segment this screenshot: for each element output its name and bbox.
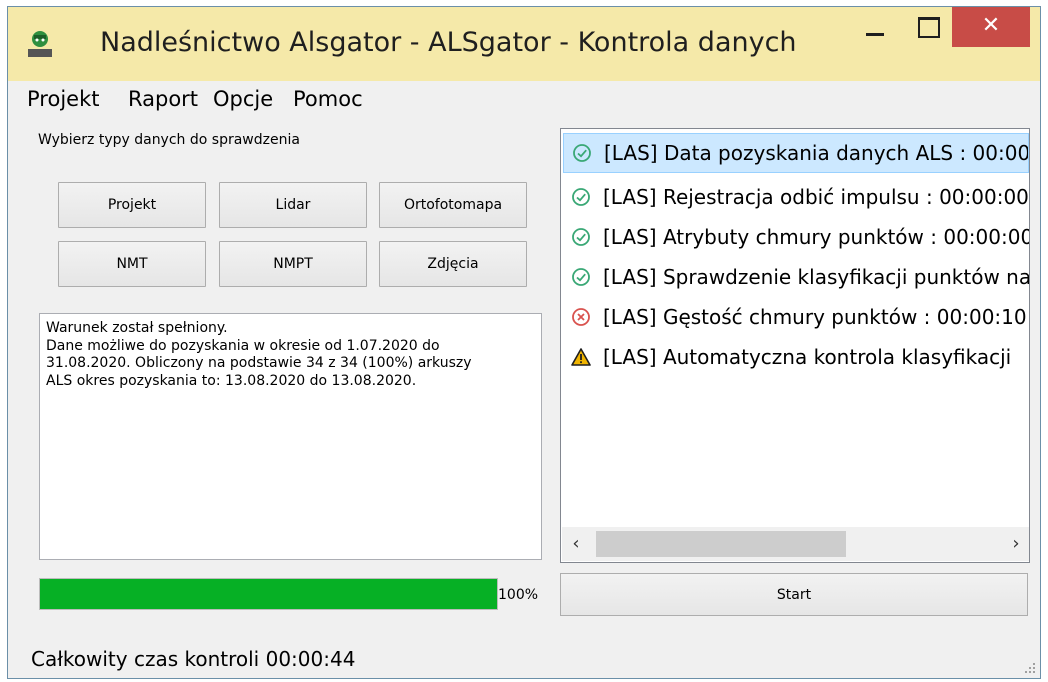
result-item[interactable]: [LAS] Sprawdzenie klasyfikacji punktów n… bbox=[563, 257, 1029, 297]
menu-item-opcje[interactable]: Opcje bbox=[213, 87, 273, 111]
result-text: [LAS] Sprawdzenie klasyfikacji punktów n… bbox=[603, 265, 1029, 289]
projekt-button[interactable]: Projekt bbox=[58, 182, 206, 228]
main-window: Nadleśnictwo Alsgator - ALSgator - Kontr… bbox=[7, 6, 1041, 679]
menu-item-projekt[interactable]: Projekt bbox=[27, 87, 99, 111]
app-icon bbox=[28, 31, 52, 57]
result-text: [LAS] Gęstość chmury punktów : 00:00:10 bbox=[603, 305, 1027, 329]
lidar-button[interactable]: Lidar bbox=[219, 182, 367, 228]
menu-item-pomoc[interactable]: Pomoc bbox=[293, 87, 363, 111]
results-list[interactable]: [LAS] Data pozyskania danych ALS : 00:00… bbox=[560, 128, 1030, 563]
maximize-button[interactable] bbox=[904, 7, 950, 49]
ortofotomapa-button[interactable]: Ortofotomapa bbox=[379, 182, 527, 228]
horizontal-scrollbar[interactable]: ‹ › bbox=[562, 527, 1029, 561]
warning-triangle-icon bbox=[571, 348, 591, 366]
result-text: [LAS] Data pozyskania danych ALS : 00:00… bbox=[604, 141, 1029, 165]
message-line: Warunek został spełniony. bbox=[46, 320, 228, 336]
result-item[interactable]: [LAS] Atrybuty chmury punktów : 00:00:00 bbox=[563, 217, 1029, 257]
check-circle-icon bbox=[572, 228, 590, 246]
progress-percent: 100% bbox=[498, 587, 539, 603]
message-line: ALS okres pozyskania to: 13.08.2020 do 1… bbox=[46, 372, 417, 389]
result-text: [LAS] Automatyczna kontrola klasyfikacji bbox=[603, 345, 1012, 369]
menu-item-raport[interactable]: Raport bbox=[128, 87, 198, 111]
minimize-button[interactable] bbox=[846, 7, 904, 49]
message-line: Dane możliwe do pozyskania w okresie od … bbox=[46, 337, 440, 354]
scroll-left-icon[interactable]: ‹ bbox=[564, 531, 588, 557]
scroll-thumb[interactable] bbox=[596, 531, 846, 557]
error-circle-icon bbox=[572, 308, 590, 326]
menu-bar: Projekt Raport Opcje Pomoc bbox=[8, 81, 1040, 119]
result-item[interactable]: [LAS] Rejestracja odbić impulsu : 00:00:… bbox=[563, 177, 1029, 217]
data-types-label: Wybierz typy danych do sprawdzenia bbox=[38, 132, 300, 148]
window-title: Nadleśnictwo Alsgator - ALSgator - Kontr… bbox=[100, 27, 797, 58]
check-circle-icon bbox=[573, 144, 591, 162]
status-text: Całkowity czas kontroli 00:00:44 bbox=[31, 647, 356, 671]
result-text: [LAS] Rejestracja odbić impulsu : 00:00:… bbox=[603, 185, 1029, 209]
nmpt-button[interactable]: NMPT bbox=[219, 241, 367, 287]
check-circle-icon bbox=[572, 268, 590, 286]
check-circle-icon bbox=[572, 188, 590, 206]
progress-bar bbox=[39, 578, 498, 610]
result-item[interactable]: [LAS] Gęstość chmury punktów : 00:00:10 bbox=[563, 297, 1029, 337]
result-text: [LAS] Atrybuty chmury punktów : 00:00:00 bbox=[603, 225, 1029, 249]
scroll-right-icon[interactable]: › bbox=[1004, 531, 1028, 557]
message-line: 31.08.2020. Obliczony na podstawie 34 z … bbox=[46, 355, 472, 371]
result-item[interactable]: [LAS] Data pozyskania danych ALS : 00:00… bbox=[563, 133, 1029, 173]
message-textbox[interactable]: Warunek został spełniony. Dane możliwe d… bbox=[39, 313, 542, 560]
start-button[interactable]: Start bbox=[560, 573, 1028, 616]
title-bar[interactable]: Nadleśnictwo Alsgator - ALSgator - Kontr… bbox=[8, 7, 1040, 81]
zdjecia-button[interactable]: Zdjęcia bbox=[379, 241, 527, 287]
resize-grip-icon[interactable] bbox=[1022, 660, 1036, 674]
progress-fill bbox=[40, 579, 497, 609]
close-button[interactable]: ✕ bbox=[952, 7, 1030, 47]
nmt-button[interactable]: NMT bbox=[58, 241, 206, 287]
result-item[interactable]: [LAS] Automatyczna kontrola klasyfikacji bbox=[563, 337, 1029, 377]
